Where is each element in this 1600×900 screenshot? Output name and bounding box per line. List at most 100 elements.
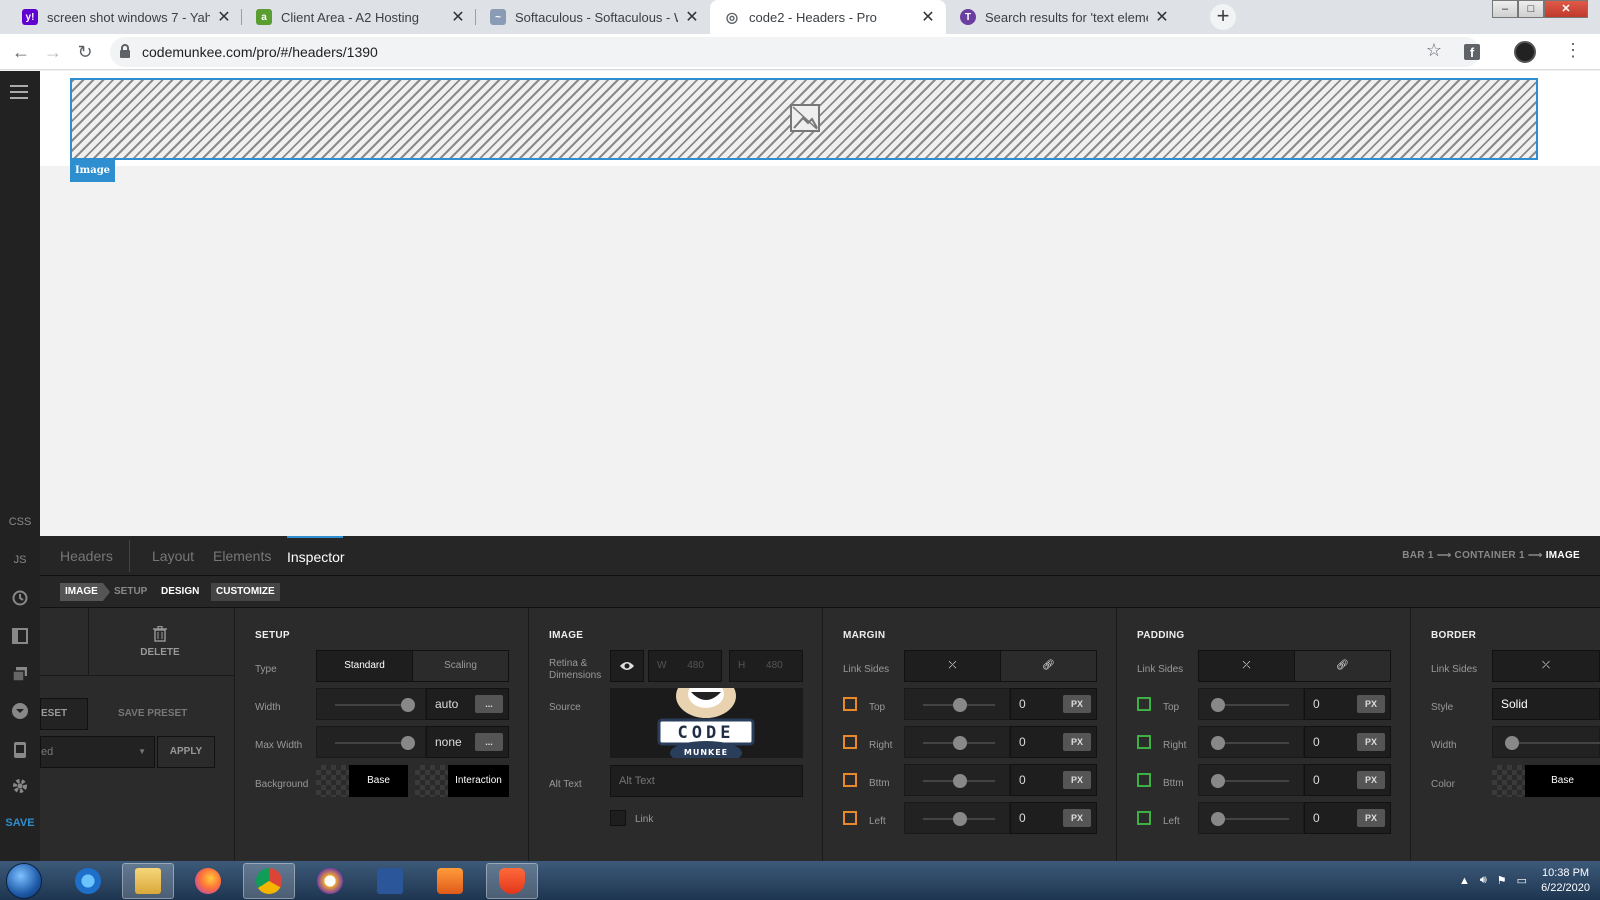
slider-handle[interactable] [953,774,967,788]
gear-icon[interactable] [11,777,29,795]
max-width-input[interactable]: none ... [426,726,509,758]
preset-button[interactable]: ESET [40,698,88,730]
border-style-select[interactable]: Solid [1492,688,1600,720]
padding-slider[interactable] [1198,688,1304,720]
file-explorer-icon[interactable] [122,863,174,899]
browser-tab[interactable]: ~ Softaculous - Softaculous - Word ✕ [476,0,710,34]
breadcrumb-item[interactable]: BAR 1 [1402,550,1434,561]
unlink-icon[interactable]: ⤫ [905,651,1001,681]
subtab-customize[interactable]: CUSTOMIZE [211,583,280,601]
background-interaction-swatch[interactable] [415,765,448,797]
address-bar[interactable]: codemunkee.com/pro/#/headers/1390 [110,37,1480,67]
subtab-image[interactable]: IMAGE [60,583,110,601]
back-button[interactable]: ← [9,40,33,64]
unlink-icon[interactable]: ⤫ [1199,651,1295,681]
tab-elements[interactable]: Elements [213,536,271,576]
tab-inspector[interactable]: Inspector [287,536,345,576]
padding-slider[interactable] [1198,802,1304,834]
delete-button[interactable]: DELETE [135,625,185,658]
facebook-extension-icon[interactable]: f [1464,44,1480,60]
padding-value-input[interactable]: 0 PX [1304,764,1391,796]
margin-value-input[interactable]: 0 PX [1010,688,1097,720]
width-input[interactable]: auto ... [426,688,509,720]
background-interaction-button[interactable]: Interaction [448,765,509,797]
tab-headers[interactable]: Headers [60,536,113,576]
padding-value-input[interactable]: 0 PX [1304,688,1391,720]
padding-unit-button[interactable]: PX [1357,695,1385,713]
chrome-icon[interactable] [243,863,295,899]
apply-button[interactable]: APPLY [157,736,215,768]
border-width-slider[interactable] [1492,726,1600,758]
width-slider[interactable] [316,688,426,720]
border-color-base-button[interactable]: Base [1525,765,1600,797]
margin-value-input[interactable]: 0 PX [1010,764,1097,796]
close-icon[interactable]: ✕ [920,7,936,27]
browser-tab-active[interactable]: ◎ code2 - Headers - Pro ✕ [710,0,946,34]
start-button[interactable] [6,863,42,899]
forward-button[interactable]: → [41,40,65,64]
window-close-button[interactable]: ✕ [1544,0,1588,18]
reload-button[interactable]: ↻ [73,40,97,64]
close-icon[interactable]: ✕ [450,7,466,27]
close-icon[interactable]: ✕ [1154,7,1170,27]
browser-tab[interactable]: y! screen shot windows 7 - Yahoo S ✕ [8,0,242,34]
margin-unit-button[interactable]: PX [1063,733,1091,751]
image-placeholder[interactable] [70,78,1538,160]
word-icon[interactable] [364,863,416,899]
image-source-preview[interactable]: CODE MUNKEE [610,688,803,758]
margin-value-input[interactable]: 0 PX [1010,726,1097,758]
retina-toggle[interactable] [610,650,644,682]
slider-handle[interactable] [953,698,967,712]
margin-unit-button[interactable]: PX [1063,695,1091,713]
breadcrumb-item[interactable]: CONTAINER 1 [1455,550,1525,561]
width-more-button[interactable]: ... [475,695,503,713]
subtab-design[interactable]: DESIGN [156,583,204,601]
slider-handle[interactable] [1211,774,1225,788]
hamburger-menu-icon[interactable] [10,85,28,103]
max-width-slider[interactable] [316,726,426,758]
close-icon[interactable]: ✕ [684,7,700,27]
margin-slider[interactable] [904,802,1010,834]
internet-explorer-icon[interactable] [62,863,114,899]
js-button[interactable]: JS [0,554,40,566]
link-checkbox[interactable] [610,810,626,826]
tor-browser-icon[interactable] [304,863,356,899]
save-preset-button[interactable]: SAVE PRESET [118,708,187,719]
element-label[interactable]: Image [70,160,115,182]
bookmark-star-icon[interactable]: ☆ [1426,40,1442,61]
alt-text-input[interactable] [610,765,803,797]
builder-canvas[interactable]: Image [40,71,1600,536]
dropdown-circle-icon[interactable] [11,702,29,720]
firefox-icon[interactable] [182,863,234,899]
slider-handle[interactable] [953,736,967,750]
media-player-icon[interactable] [424,863,476,899]
padding-unit-button[interactable]: PX [1357,809,1385,827]
layers-icon[interactable] [11,665,29,683]
slider-handle[interactable] [1211,736,1225,750]
padding-value-input[interactable]: 0 PX [1304,726,1391,758]
link-icon[interactable]: 🔗︎ [1001,651,1096,681]
image-height-input[interactable]: H 480 [729,650,803,682]
border-color-swatch[interactable] [1492,765,1525,797]
type-standard-option[interactable]: Standard [317,651,413,681]
history-icon[interactable] [11,589,29,607]
maximize-button[interactable]: □ [1518,0,1544,18]
volume-icon[interactable]: 🔊︎ [1480,874,1487,887]
unlink-icon[interactable]: ⤫ [1493,651,1599,681]
save-button[interactable]: SAVE [0,817,40,829]
slider-handle[interactable] [1505,736,1519,750]
network-icon[interactable]: ▭ [1517,874,1527,887]
preset-select[interactable]: ed ▼ [40,736,155,768]
background-base-swatch[interactable] [316,765,349,797]
margin-slider[interactable] [904,764,1010,796]
brave-icon[interactable] [486,863,538,899]
tab-layout[interactable]: Layout [152,536,194,576]
device-icon[interactable] [11,741,29,759]
slider-handle[interactable] [401,698,415,712]
profile-avatar[interactable] [1514,41,1536,63]
new-tab-button[interactable]: + [1210,4,1236,30]
minimize-button[interactable]: – [1492,0,1518,18]
padding-unit-button[interactable]: PX [1357,771,1385,789]
slider-handle[interactable] [953,812,967,826]
link-icon[interactable]: 🔗︎ [1295,651,1390,681]
